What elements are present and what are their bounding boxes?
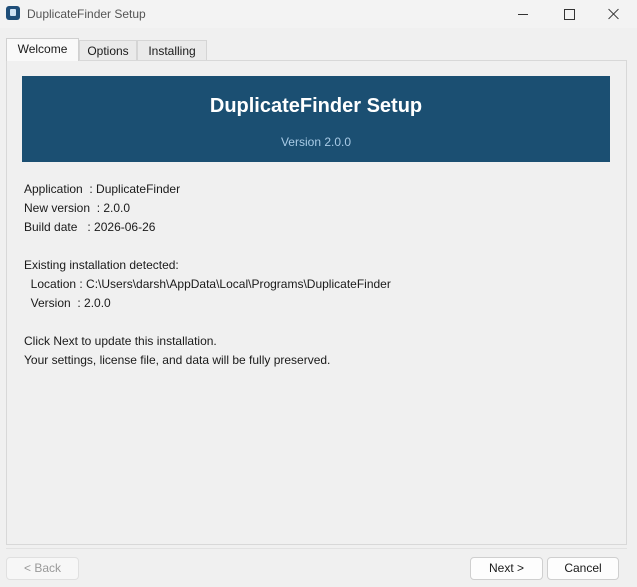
minimize-icon: [518, 13, 528, 15]
title-bar: DuplicateFinder Setup: [0, 0, 637, 28]
cancel-button[interactable]: Cancel: [547, 557, 619, 580]
app-icon: [6, 6, 20, 20]
banner-title: DuplicateFinder Setup: [209, 95, 423, 117]
next-button[interactable]: Next >: [470, 557, 543, 580]
installed-version-line: Version : 2.0.0: [24, 296, 111, 310]
window-title: DuplicateFinder Setup: [27, 7, 146, 21]
close-icon: [608, 8, 620, 20]
banner-version: Version 2.0.0: [280, 135, 352, 149]
tab-installing[interactable]: Installing: [137, 40, 207, 60]
maximize-icon: [563, 8, 575, 20]
new-version-line: New version : 2.0.0: [24, 201, 131, 215]
build-date-line: Build date : 2026-06-26: [24, 220, 156, 234]
tab-options[interactable]: Options: [79, 40, 137, 60]
application-line: Application : DuplicateFinder: [24, 182, 181, 196]
existing-installation-heading: Existing installation detected:: [24, 258, 179, 272]
maximize-button[interactable]: [546, 0, 592, 28]
close-button[interactable]: [591, 0, 637, 28]
back-button[interactable]: < Back: [6, 557, 79, 580]
install-location-line: Location : C:\Users\darsh\AppData\Local\…: [24, 277, 391, 291]
tab-welcome[interactable]: Welcome: [6, 38, 79, 61]
minimize-button[interactable]: [500, 0, 546, 28]
footer-divider: [6, 548, 627, 549]
header-banner: DuplicateFinder Setup Version 2.0.0: [22, 76, 610, 162]
preserve-note: Your settings, license file, and data wi…: [24, 353, 331, 367]
instruction-text: Click Next to update this installation.: [24, 334, 217, 348]
